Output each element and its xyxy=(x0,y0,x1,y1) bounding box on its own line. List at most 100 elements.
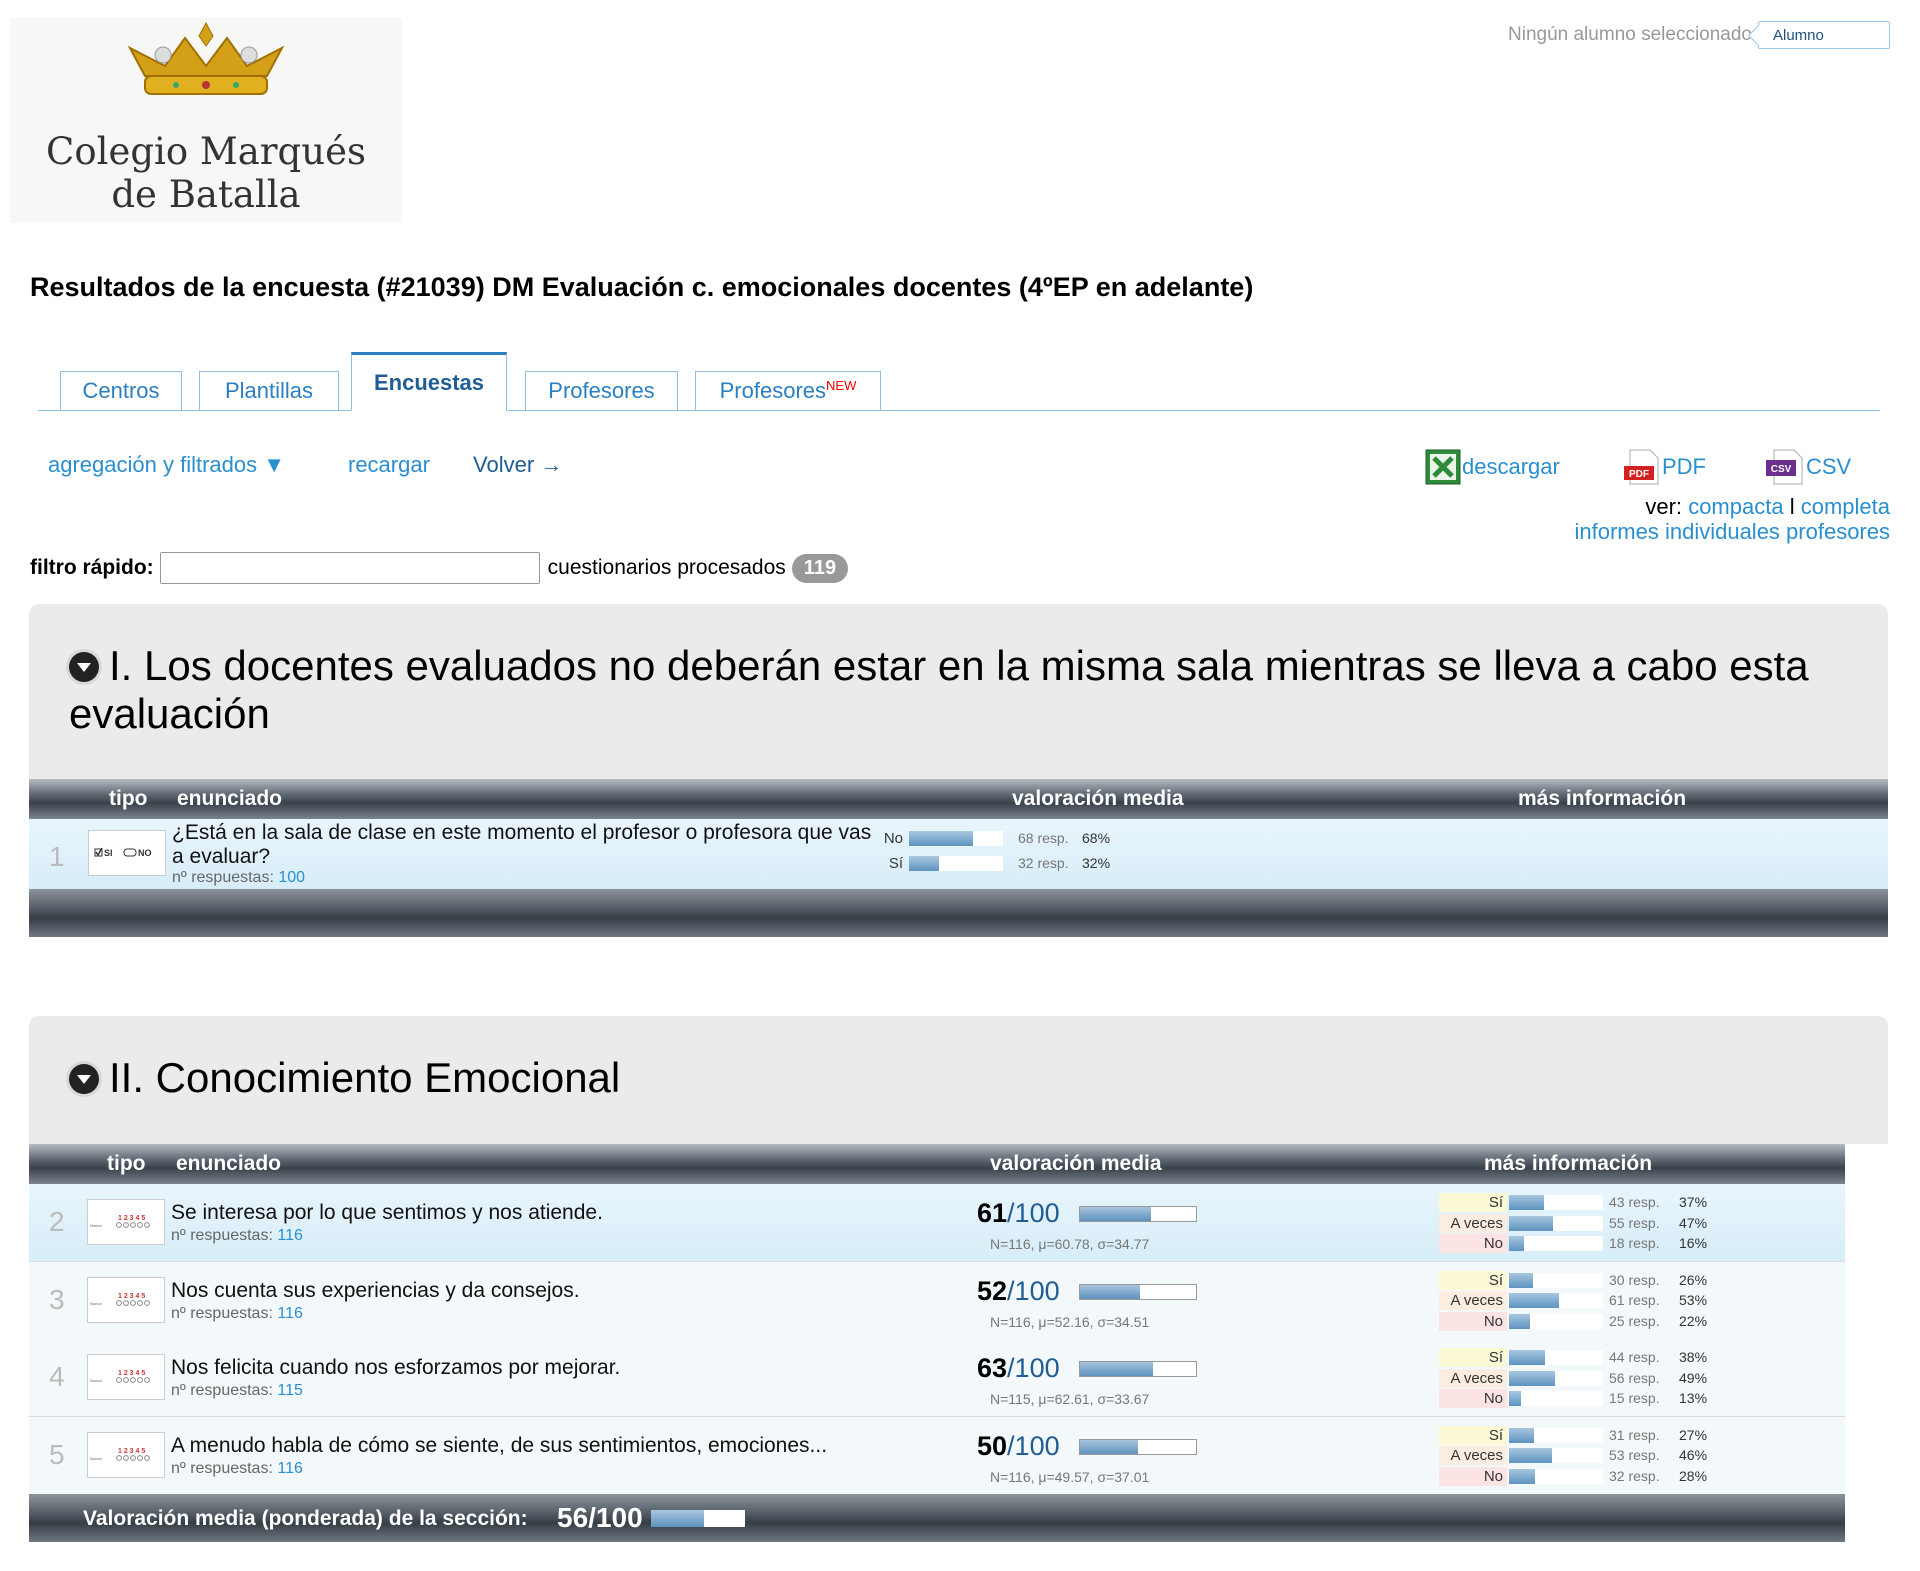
section-1-title-text: I. Los docentes evaluados no deberán est… xyxy=(69,642,1809,737)
responses-count-link[interactable]: 116 xyxy=(277,1227,303,1244)
score-denominator: /100 xyxy=(1007,1430,1060,1461)
option-bar xyxy=(1509,1391,1603,1406)
tab-profesores-new[interactable]: Profesores NEW xyxy=(695,371,881,411)
option-bar xyxy=(1509,1195,1603,1210)
collapse-toggle-icon[interactable] xyxy=(69,652,99,682)
tab-label: Profesores xyxy=(548,378,655,403)
option-percent: 46% xyxy=(1679,1447,1708,1463)
option-percent: 13% xyxy=(1679,1390,1708,1406)
collapse-toggle-icon[interactable] xyxy=(69,1064,99,1094)
table-row: 2 1 2 3 4 5 Nunca Se interesa por lo que… xyxy=(29,1184,1845,1262)
option-count: 32 resp. xyxy=(1018,855,1069,871)
option-percent: 53% xyxy=(1679,1292,1708,1308)
question-text: Nos felicita cuando nos esforzamos por m… xyxy=(171,1356,621,1379)
header-tipo: tipo xyxy=(109,787,148,810)
option-bar xyxy=(1509,1370,1603,1386)
option-bar xyxy=(1509,1272,1603,1288)
option-count: 56 resp. xyxy=(1609,1369,1660,1386)
option-bar-fill xyxy=(1509,1272,1534,1288)
option-row: Sí 30 resp. 26% xyxy=(1439,1270,1739,1290)
view-separator: l xyxy=(1789,494,1795,519)
tab-encuestas[interactable]: Encuestas xyxy=(351,352,507,411)
individual-reports-link[interactable]: informes individuales profesores xyxy=(1575,519,1891,545)
option-bar xyxy=(1509,1448,1603,1463)
back-link[interactable]: Volver → xyxy=(473,452,562,478)
view-label: ver: xyxy=(1645,494,1683,519)
average-score: 63/100 xyxy=(977,1353,1060,1384)
aggregation-filter-link[interactable]: agregación y filtrados ▼ xyxy=(48,452,285,478)
score-denominator: /100 xyxy=(1007,1275,1060,1306)
pdf-label: PDF xyxy=(1662,454,1706,479)
section-2-title[interactable]: II. Conocimiento Emocional xyxy=(69,1054,620,1102)
section-1-header: I. Los docentes evaluados no deberán est… xyxy=(29,604,1888,779)
section-1-table-header: tipo enunciado valoración media más info… xyxy=(29,779,1888,819)
download-excel-link[interactable]: descargar xyxy=(1424,448,1560,486)
view-full-link[interactable]: completa xyxy=(1801,494,1890,519)
rating-scale-icon: 1 2 3 4 5 Nunca xyxy=(87,1431,165,1478)
rating-scale-icon: 1 2 3 4 5 Nunca xyxy=(87,1276,165,1323)
option-percent: 27% xyxy=(1679,1426,1708,1443)
school-logo: Colegio Marqués de Batalla xyxy=(10,18,402,223)
row-number: 2 xyxy=(49,1206,65,1237)
responses-count-link[interactable]: 115 xyxy=(277,1382,303,1399)
responses-count-link[interactable]: 100 xyxy=(278,869,305,886)
processed-count-badge: 119 xyxy=(791,553,849,583)
option-label: No xyxy=(1439,1466,1507,1486)
quick-filter-label: filtro rápido: xyxy=(30,556,154,579)
responses-label: nº respuestas: xyxy=(171,1459,273,1477)
option-bar-fill xyxy=(1509,1370,1556,1386)
question-text: Nos cuenta sus experiencias y da consejo… xyxy=(171,1278,580,1302)
score-value: 61 xyxy=(977,1198,1008,1228)
score-bar xyxy=(1079,1206,1197,1222)
tab-centros[interactable]: Centros xyxy=(60,371,182,411)
option-row: Sí 44 resp. 38% xyxy=(1439,1348,1739,1367)
svg-text:PDF: PDF xyxy=(1629,469,1649,480)
option-percent: 26% xyxy=(1679,1271,1708,1288)
responses-count-link[interactable]: 116 xyxy=(277,1305,303,1322)
score-stats: N=116, μ=52.16, σ=34.51 xyxy=(990,1313,1150,1330)
option-label: No xyxy=(1439,1234,1507,1253)
option-label: No xyxy=(1439,1311,1507,1331)
student-input[interactable]: Alumno xyxy=(1758,21,1890,49)
responses-label: nº respuestas: xyxy=(171,1304,273,1322)
tab-plantillas[interactable]: Plantillas xyxy=(199,371,339,411)
option-bar xyxy=(1509,1313,1603,1329)
option-percent: 16% xyxy=(1679,1235,1708,1251)
option-label: Sí xyxy=(1439,1348,1507,1367)
tab-profesores[interactable]: Profesores xyxy=(525,371,678,411)
logo-line-1: Colegio Marqués xyxy=(46,130,366,173)
svg-text:NO: NO xyxy=(138,848,152,858)
question-text: ¿Está en la sala de clase en este moment… xyxy=(172,821,872,868)
csv-icon: CSV xyxy=(1766,449,1803,485)
score-value: 50 xyxy=(977,1430,1008,1461)
section-1-title[interactable]: I. Los docentes evaluados no deberán est… xyxy=(69,642,1849,738)
svg-text:Nunca: Nunca xyxy=(90,1301,102,1306)
responses-label: nº respuestas: xyxy=(171,1382,273,1399)
view-compact-link[interactable]: compacta xyxy=(1688,494,1783,519)
option-count: 44 resp. xyxy=(1609,1349,1660,1365)
option-label: A veces xyxy=(1439,1446,1507,1465)
student-status: Ningún alumno seleccionado xyxy=(1508,24,1752,45)
score-bar-fill xyxy=(1080,1284,1141,1299)
download-label: descargar xyxy=(1462,454,1560,479)
score-bar-fill xyxy=(1080,1439,1138,1454)
tab-bar: Centros Plantillas Encuestas Profesores … xyxy=(38,350,1880,411)
score-stats: N=115, μ=62.61, σ=33.67 xyxy=(990,1391,1150,1407)
option-count: 15 resp. xyxy=(1609,1390,1660,1406)
rating-scale-icon: 1 2 3 4 5 Nunca xyxy=(87,1354,165,1400)
option-row: No 68 resp. 68% xyxy=(839,829,1139,848)
option-bar-fill xyxy=(1509,1448,1553,1463)
header-enunciado: enunciado xyxy=(177,787,283,810)
score-value: 52 xyxy=(977,1275,1008,1306)
option-bar-fill xyxy=(1509,1313,1530,1329)
reload-link[interactable]: recargar xyxy=(348,452,430,478)
quick-filter-input[interactable] xyxy=(159,552,540,584)
option-label: Sí xyxy=(1439,1270,1507,1290)
csv-link[interactable]: CSV CSV xyxy=(1764,448,1851,486)
svg-text:1 2 3 4 5: 1 2 3 4 5 xyxy=(118,1448,145,1455)
pdf-link[interactable]: PDF PDF xyxy=(1622,448,1706,486)
student-selector: Ningún alumno seleccionado Alumno xyxy=(1508,21,1890,49)
option-bar-fill xyxy=(909,831,973,846)
responses-count-link[interactable]: 116 xyxy=(277,1460,303,1477)
option-row: Sí 43 resp. 37% xyxy=(1439,1193,1739,1212)
